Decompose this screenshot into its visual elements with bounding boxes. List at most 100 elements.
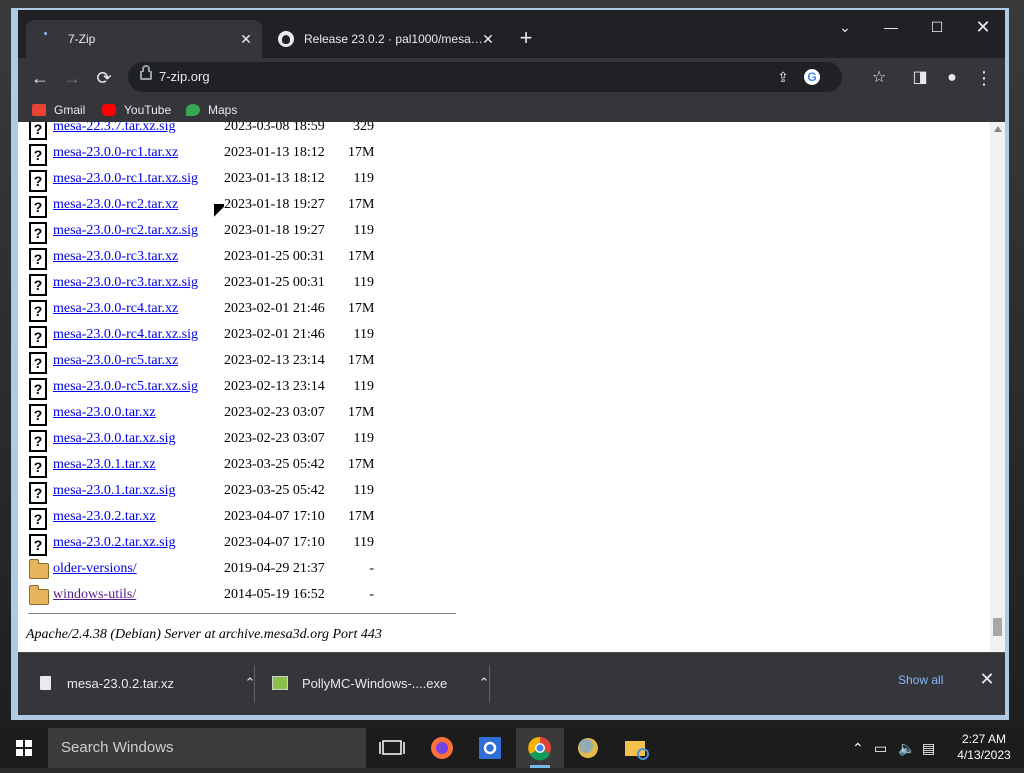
folder-search-icon[interactable] [612, 728, 660, 768]
file-link[interactable]: mesa-23.0.0.tar.xz [53, 405, 156, 421]
installer-icon [272, 676, 288, 690]
tray-overflow-icon[interactable]: ⌃ [852, 728, 870, 768]
downloads-bar: mesa-23.0.2.tar.xz ⌃ PollyMC-Windows-...… [18, 652, 1005, 715]
file-size: 17M [348, 197, 375, 212]
unknown-file-icon: ? [29, 300, 47, 322]
globe-app-icon[interactable] [564, 728, 612, 768]
loading-spinner-icon [40, 31, 56, 47]
file-date: 2023-01-18 19:27 [224, 197, 325, 212]
listing-row: windows-utils/2014-05-19 16:52 - [26, 582, 486, 608]
scroll-up-icon[interactable] [994, 126, 1002, 132]
clock-date: 4/13/2023 [957, 748, 1011, 762]
start-button[interactable] [0, 728, 48, 768]
menu-icon[interactable]: ⋮ [970, 64, 998, 92]
file-date: 2023-04-07 17:10 [224, 509, 325, 524]
volume-muted-icon[interactable]: 🔈 [898, 728, 918, 768]
file-size: 119 [353, 379, 374, 394]
maximize-icon[interactable]: ☐ [914, 10, 960, 46]
url-text[interactable]: 7-zip.org [159, 69, 210, 84]
firefox-icon[interactable] [418, 728, 466, 768]
network-icon[interactable]: ▭ [874, 728, 894, 768]
close-window-icon[interactable]: ✕ [960, 10, 1005, 46]
show-all-button[interactable]: Show all [898, 673, 943, 687]
github-icon [278, 31, 294, 47]
file-link[interactable]: mesa-23.0.0-rc2.tar.xz [53, 197, 178, 213]
lock-icon[interactable] [140, 65, 152, 80]
file-link[interactable]: mesa-23.0.0-rc1.tar.xz.sig [53, 171, 198, 187]
tab-close-icon[interactable]: ✕ [480, 31, 496, 47]
maps-icon [186, 104, 200, 116]
tab-close-icon[interactable]: ✕ [238, 31, 254, 47]
chrome-icon[interactable] [516, 728, 564, 768]
forward-icon[interactable]: → [58, 64, 86, 92]
settings-app-icon[interactable] [466, 728, 514, 768]
file-link[interactable]: mesa-23.0.0.tar.xz.sig [53, 431, 175, 447]
google-lens-icon[interactable]: G [804, 69, 820, 85]
file-size: 17M [348, 457, 375, 472]
file-size: 119 [353, 431, 374, 446]
file-size: 119 [353, 535, 374, 550]
listing-row: ? mesa-23.0.0-rc2.tar.xz.sig 2023-01-18 19… [26, 218, 486, 244]
file-size: - [369, 587, 374, 602]
file-link[interactable]: mesa-23.0.0-rc5.tar.xz [53, 353, 178, 369]
file-link[interactable]: mesa-23.0.0-rc4.tar.xz.sig [53, 327, 198, 343]
bookmark-maps[interactable]: Maps [186, 101, 237, 119]
tab-github-release[interactable]: Release 23.0.2 · pal1000/mesa-dist-win ✕ [268, 20, 504, 58]
share-icon[interactable]: ⇪ [772, 66, 794, 88]
file-size: 17M [348, 249, 375, 264]
side-panel-icon[interactable]: ◨ [906, 64, 934, 92]
file-date: 2023-02-13 23:14 [224, 353, 325, 368]
listing-row: ? mesa-23.0.0.tar.xz 2023-02-23 03:07 17M [26, 400, 486, 426]
unknown-file-icon: ? [29, 122, 47, 140]
bookmark-star-icon[interactable]: ☆ [865, 64, 893, 92]
unknown-file-icon: ? [29, 482, 47, 504]
listing-row: ? mesa-23.0.0-rc5.tar.xz 2023-02-13 23:14 1… [26, 348, 486, 374]
task-view-icon[interactable] [368, 728, 416, 768]
bookmark-youtube[interactable]: YouTube [102, 101, 171, 119]
file-link[interactable]: mesa-23.0.2.tar.xz [53, 509, 156, 525]
bookmark-label: Maps [208, 103, 238, 117]
file-link[interactable]: mesa-23.0.0-rc1.tar.xz [53, 145, 178, 161]
file-size: 119 [353, 223, 374, 238]
file-link[interactable]: older-versions/ [53, 561, 137, 577]
listing-row: ? mesa-23.0.0.tar.xz.sig 2023-02-23 03:07 1… [26, 426, 486, 452]
listing-row: ? mesa-23.0.1.tar.xz 2023-03-25 05:42 17M [26, 452, 486, 478]
file-link[interactable]: mesa-23.0.0-rc5.tar.xz.sig [53, 379, 198, 395]
unknown-file-icon: ? [29, 534, 47, 556]
file-link[interactable]: mesa-23.0.0-rc2.tar.xz.sig [53, 223, 198, 239]
profile-icon[interactable]: ● [938, 64, 966, 92]
file-link[interactable]: mesa-23.0.2.tar.xz.sig [53, 535, 175, 551]
file-link[interactable]: windows-utils/ [53, 587, 136, 603]
unknown-file-icon: ? [29, 430, 47, 452]
file-link[interactable]: mesa-23.0.1.tar.xz.sig [53, 483, 175, 499]
back-icon[interactable]: ← [26, 64, 54, 92]
bookmark-gmail[interactable]: Gmail [32, 101, 85, 119]
vertical-scrollbar[interactable] [990, 122, 1005, 652]
unknown-file-icon: ? [29, 196, 47, 218]
file-size: 329 [353, 122, 374, 134]
chevron-up-icon[interactable]: ⌃ [242, 675, 258, 691]
new-tab-icon[interactable]: + [514, 27, 538, 51]
file-link[interactable]: mesa-23.0.0-rc3.tar.xz.sig [53, 275, 198, 291]
notifications-icon[interactable]: ▤ [922, 728, 942, 768]
download-item-mesa[interactable]: mesa-23.0.2.tar.xz ⌃ [34, 665, 264, 701]
download-item-pollymc[interactable]: PollyMC-Windows-....exe ⌃ [268, 665, 498, 701]
file-link[interactable]: mesa-22.3.7.tar.xz.sig [53, 122, 175, 135]
address-bar[interactable]: 7-zip.org G ⇪ [128, 62, 842, 92]
file-link[interactable]: mesa-23.0.0-rc3.tar.xz [53, 249, 178, 265]
file-date: 2023-01-25 00:31 [224, 249, 325, 264]
taskbar-search-box[interactable]: Search Windows [48, 728, 366, 768]
file-link[interactable]: mesa-23.0.1.tar.xz [53, 457, 156, 473]
file-link[interactable]: mesa-23.0.0-rc4.tar.xz [53, 301, 178, 317]
file-size: 119 [353, 171, 374, 186]
bookmarks-bar: Gmail YouTube Maps [18, 98, 1005, 122]
stop-reload-icon[interactable]: ⟳ [90, 64, 118, 92]
unknown-file-icon: ? [29, 404, 47, 426]
clock[interactable]: 2:27 AM 4/13/2023 [944, 731, 1024, 763]
tab-7zip[interactable]: 7-Zip ✕ [26, 20, 262, 58]
tab-search-icon[interactable]: ⌄ [822, 10, 868, 46]
scroll-thumb[interactable] [993, 618, 1002, 636]
minimize-icon[interactable]: — [868, 10, 914, 46]
listing-row: ? mesa-23.0.0-rc1.tar.xz.sig 2023-01-13 18… [26, 166, 486, 192]
close-downloads-icon[interactable]: ✕ [977, 669, 997, 689]
